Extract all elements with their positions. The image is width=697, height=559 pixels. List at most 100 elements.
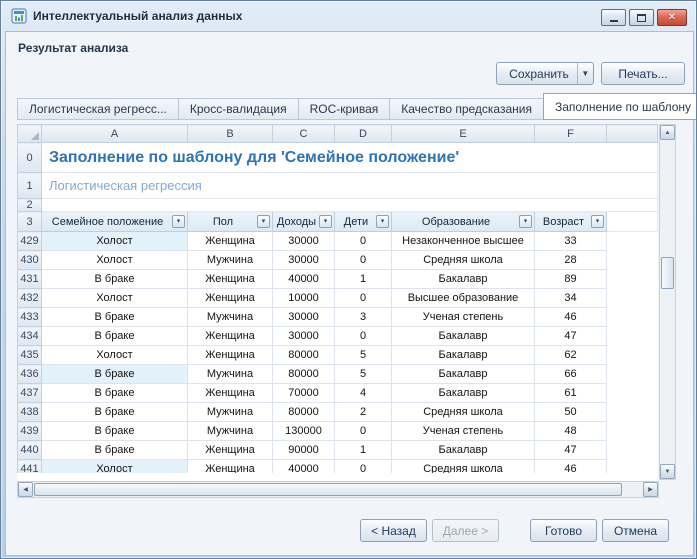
horizontal-scroll-thumb[interactable] [34,483,622,496]
row-number[interactable]: 435 [18,346,42,365]
cell[interactable]: 130000 [273,422,335,441]
grid-corner-cell[interactable] [18,125,42,143]
cell[interactable]: Мужчина [188,403,273,422]
tab-logistic-regression[interactable]: Логистическая регресс... [17,98,179,120]
cell[interactable]: Бакалавр [392,384,535,403]
column-letter-F[interactable]: F [535,125,607,143]
filter-dropdown-button[interactable]: ▾ [591,215,604,228]
cell[interactable]: Женщина [188,232,273,251]
cell[interactable]: Женщина [188,441,273,460]
filter-dropdown-button[interactable]: ▾ [172,215,185,228]
cell[interactable]: В браке [42,327,188,346]
close-button[interactable]: ✕ [657,9,687,26]
cell[interactable]: 48 [535,422,607,441]
row-number[interactable]: 1 [18,173,42,199]
cell[interactable]: 30000 [273,327,335,346]
vertical-scrollbar[interactable]: ▲ ▼ [659,124,676,480]
cell[interactable]: 46 [535,308,607,327]
cell[interactable]: Женщина [188,327,273,346]
cell[interactable]: Женщина [188,289,273,308]
cell[interactable]: 46 [535,460,607,474]
column-letter-C[interactable]: C [273,125,335,143]
grid-subtitle-cell[interactable]: Логистическая регрессия [42,173,658,199]
row-number[interactable]: 439 [18,422,42,441]
grid-title-cell[interactable]: Заполнение по шаблону для 'Семейное поло… [42,143,658,173]
cell[interactable]: 28 [535,251,607,270]
row-number[interactable]: 3 [18,212,42,232]
cell[interactable]: 0 [335,289,392,308]
cell[interactable]: В браке [42,422,188,441]
cell[interactable]: 40000 [273,270,335,289]
filter-dropdown-button[interactable]: ▾ [519,215,532,228]
grid-spacer-cell[interactable] [42,199,658,212]
column-letter-A[interactable]: A [42,125,188,143]
cell[interactable]: Женщина [188,384,273,403]
save-button[interactable]: Сохранить ▼ [496,62,594,85]
print-button[interactable]: Печать... [601,62,685,85]
column-letter-B[interactable]: B [188,125,273,143]
titlebar[interactable]: Интеллектуальный анализ данных ✕ [1,1,696,31]
cell[interactable]: 33 [535,232,607,251]
cell[interactable]: 61 [535,384,607,403]
cell[interactable]: В браке [42,308,188,327]
cell[interactable]: Холост [42,232,188,251]
cell[interactable]: 50 [535,403,607,422]
cell[interactable]: 47 [535,441,607,460]
cell[interactable]: Мужчина [188,422,273,441]
cell[interactable]: 80000 [273,365,335,384]
cell[interactable]: Женщина [188,460,273,474]
filter-dropdown-button[interactable]: ▾ [257,215,270,228]
row-number[interactable]: 434 [18,327,42,346]
row-number[interactable]: 431 [18,270,42,289]
horizontal-scrollbar[interactable]: ◀ ▶ [17,481,659,498]
scroll-down-button[interactable]: ▼ [660,464,675,479]
row-number[interactable]: 430 [18,251,42,270]
cell[interactable]: В браке [42,441,188,460]
cell[interactable]: Бакалавр [392,327,535,346]
cell[interactable]: 0 [335,232,392,251]
cell[interactable]: 4 [335,384,392,403]
cell[interactable]: Высшее образование [392,289,535,308]
tab-fill-by-template[interactable]: Заполнение по шаблону [543,93,697,120]
cell[interactable]: 40000 [273,460,335,474]
cell[interactable]: 80000 [273,346,335,365]
cell[interactable]: Средняя школа [392,251,535,270]
cell[interactable]: 3 [335,308,392,327]
cell[interactable]: 34 [535,289,607,308]
field-header[interactable]: Образование▾ [392,212,535,232]
cancel-button[interactable]: Отмена [602,519,669,542]
cell[interactable]: 10000 [273,289,335,308]
row-number[interactable]: 2 [18,199,42,212]
cell[interactable]: В браке [42,270,188,289]
scroll-up-button[interactable]: ▲ [660,125,675,140]
scroll-right-button[interactable]: ▶ [643,482,658,497]
column-letter-D[interactable]: D [335,125,392,143]
cell[interactable]: Бакалавр [392,270,535,289]
tab-roc-curve[interactable]: ROC-кривая [298,98,391,120]
cell[interactable]: Мужчина [188,251,273,270]
row-number[interactable]: 440 [18,441,42,460]
cell[interactable]: 30000 [273,232,335,251]
cell[interactable]: 1 [335,270,392,289]
field-header[interactable]: Дети▾ [335,212,392,232]
cell[interactable]: 70000 [273,384,335,403]
cell[interactable]: Холост [42,346,188,365]
row-number[interactable]: 436 [18,365,42,384]
cell[interactable]: 90000 [273,441,335,460]
tab-prediction-quality[interactable]: Качество предсказания [389,98,544,120]
finish-button[interactable]: Готово [530,519,597,542]
cell[interactable]: Бакалавр [392,441,535,460]
cell[interactable]: Незаконченное высшее [392,232,535,251]
cell[interactable]: 0 [335,422,392,441]
field-header[interactable]: Пол▾ [188,212,273,232]
row-number[interactable]: 433 [18,308,42,327]
minimize-button[interactable] [601,9,626,26]
cell[interactable]: 30000 [273,251,335,270]
field-header[interactable]: Семейное положение▾ [42,212,188,232]
row-number[interactable]: 437 [18,384,42,403]
cell[interactable]: Ученая степень [392,308,535,327]
cell[interactable]: 5 [335,365,392,384]
vertical-scroll-thumb[interactable] [661,257,674,289]
cell[interactable]: Средняя школа [392,403,535,422]
row-number[interactable]: 438 [18,403,42,422]
